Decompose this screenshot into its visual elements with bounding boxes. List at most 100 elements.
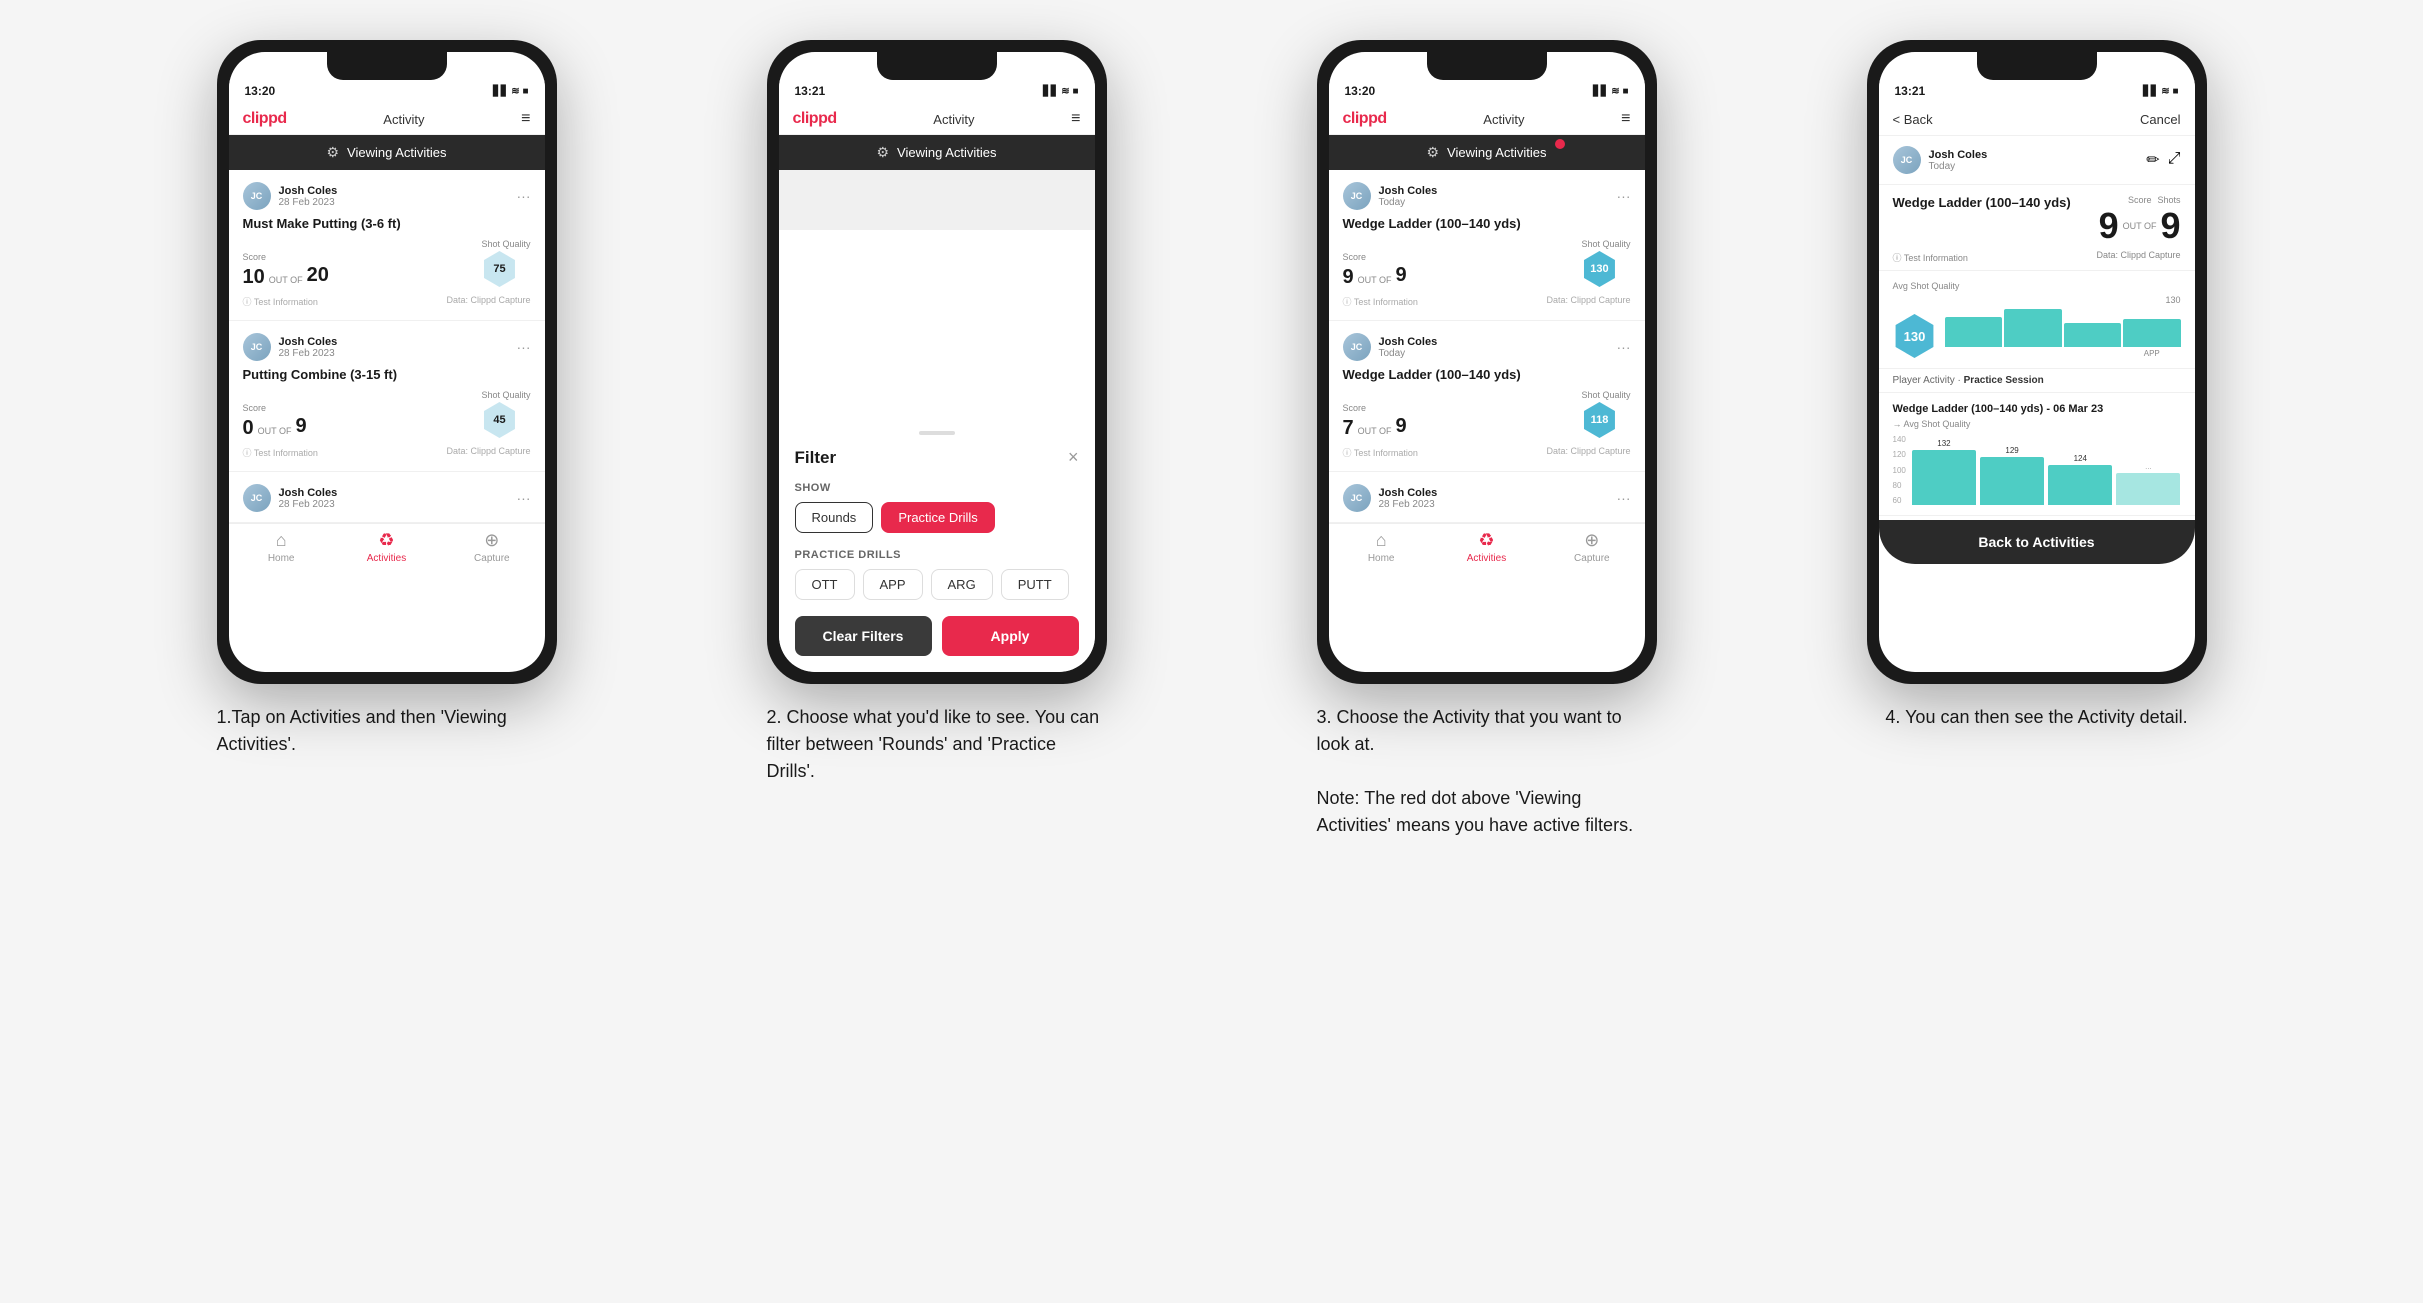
hamburger-1[interactable]: ≡ [521, 110, 530, 128]
status-time-4: 13:21 [1895, 84, 1926, 98]
three-dots-1-3[interactable]: ··· [517, 490, 531, 506]
bar-val-4-3: 124 [2074, 454, 2087, 463]
back-to-activities-4[interactable]: Back to Activities [1879, 520, 2195, 564]
pill-rounds-2[interactable]: Rounds [795, 502, 874, 533]
card-header-1-1: JC Josh Coles 28 Feb 2023 ··· [243, 182, 531, 210]
score-val-1-1: 10 [243, 267, 265, 287]
apply-btn-2[interactable]: Apply [942, 616, 1079, 656]
user-name-3-3: Josh Coles [1379, 487, 1438, 499]
edit-icon-4[interactable]: ✏ [2146, 150, 2159, 170]
avatar-3-2: JC [1343, 333, 1371, 361]
user-info-3-2: JC Josh Coles Today [1343, 333, 1438, 361]
status-icons-1: ▋▋ ≋ ■ [493, 86, 528, 97]
chart-bars-row-4 [1945, 307, 2181, 347]
modal-header-2: Filter × [795, 447, 1079, 468]
pill-ott-2[interactable]: OTT [795, 569, 855, 600]
y-label-4-3: 100 [1893, 466, 1906, 475]
phone-1: 13:20 ▋▋ ≋ ■ clippd Activity ≡ ⚙ Viewing… [217, 40, 557, 684]
drill-name-3-2: Wedge Ladder (100–140 yds) [1343, 367, 1631, 382]
nav-activities-label-1: Activities [367, 553, 406, 564]
bar-col-4-1: 132 [1912, 439, 1976, 505]
card-header-1-2: JC Josh Coles 28 Feb 2023 ··· [243, 333, 531, 361]
big-score-row-4: 9 OUT OF 9 [2091, 205, 2181, 247]
detail-header-4: < Back Cancel [1879, 104, 2195, 136]
viewing-banner-3[interactable]: ⚙ Viewing Activities [1329, 135, 1645, 170]
app-logo-2: clippd [793, 110, 837, 128]
pill-putt-2[interactable]: PUTT [1001, 569, 1069, 600]
card-footer-1-1: ⓘ Test Information Data: Clippd Capture [243, 295, 531, 308]
activity-card-3-1[interactable]: JC Josh Coles Today ··· Wedge Ladder (10… [1329, 170, 1645, 321]
user-date-1-1: 28 Feb 2023 [279, 197, 338, 208]
three-dots-3-1[interactable]: ··· [1617, 188, 1631, 204]
practice-session-4: Player Activity · Practice Session [1879, 369, 2195, 393]
score-val-1-2: 0 [243, 418, 254, 438]
status-icons-3: ▋▋ ≋ ■ [1593, 86, 1628, 97]
hamburger-3[interactable]: ≡ [1621, 110, 1630, 128]
bar-4-2 [2004, 309, 2062, 347]
phone-3-screen: 13:20 ▋▋ ≋ ■ clippd Activity ≡ ⚙ Viewing… [1329, 52, 1645, 672]
score-val-3-1: 9 [1343, 267, 1354, 287]
viewing-banner-text-1: Viewing Activities [347, 145, 446, 160]
nav-home-3[interactable]: ⌂ Home [1329, 530, 1434, 564]
viewing-banner-1[interactable]: ⚙ Viewing Activities [229, 135, 545, 170]
phone-1-app-header: clippd Activity ≡ [229, 104, 545, 135]
pill-app-2[interactable]: APP [863, 569, 923, 600]
detail-action-icons: ✏ ⤢ [2146, 150, 2180, 170]
three-dots-3-2[interactable]: ··· [1617, 339, 1631, 355]
footer-left-1-2: ⓘ Test Information [243, 446, 318, 459]
modal-close-2[interactable]: × [1068, 447, 1079, 468]
activities-icon-3: ♻ [1478, 530, 1494, 551]
cancel-link-4[interactable]: Cancel [2140, 112, 2180, 127]
bar-col-4-3: 124 [2048, 454, 2112, 505]
bar-val-4-4: ... [2145, 462, 2152, 471]
nav-activities-3[interactable]: ♻ Activities [1434, 530, 1539, 564]
chart-label-4-app3 [2064, 349, 2122, 358]
three-dots-1-2[interactable]: ··· [517, 339, 531, 355]
quality-badge-1-1: 75 [481, 251, 517, 287]
y-label-4-2: 120 [1893, 450, 1906, 459]
drill-name-1-2: Putting Combine (3-15 ft) [243, 367, 531, 382]
phone-3: 13:20 ▋▋ ≋ ■ clippd Activity ≡ ⚙ Viewing… [1317, 40, 1657, 684]
clear-filters-btn-2[interactable]: Clear Filters [795, 616, 932, 656]
pill-practice-drills-2[interactable]: Practice Drills [881, 502, 994, 533]
quality-badge-1-2: 45 [481, 402, 517, 438]
viewing-banner-text-2: Viewing Activities [897, 145, 996, 160]
show-label-2: Show [795, 482, 1079, 494]
activity-card-1-1[interactable]: JC Josh Coles 28 Feb 2023 ··· Must Make … [229, 170, 545, 321]
nav-capture-label-1: Capture [474, 553, 510, 564]
nav-activities-label-3: Activities [1467, 553, 1506, 564]
viewing-banner-text-3: Viewing Activities [1447, 145, 1546, 160]
hamburger-2[interactable]: ≡ [1071, 110, 1080, 128]
user-date-3-1: Today [1379, 197, 1438, 208]
caption-1: 1.Tap on Activities and then 'Viewing Ac… [217, 704, 557, 758]
three-dots-1-1[interactable]: ··· [517, 188, 531, 204]
nav-capture-1[interactable]: ⊕ Capture [439, 530, 544, 564]
chart-label-4-app4: APP [2123, 349, 2181, 358]
expand-icon-4[interactable]: ⤢ [2168, 150, 2181, 170]
phone-column-2: 13:21 ▋▋ ≋ ■ clippd Activity ≡ ⚙ Viewing… [677, 40, 1197, 785]
nav-home-1[interactable]: ⌂ Home [229, 530, 334, 564]
detail-score-group-4: Score Shots 9 OUT OF 9 [2091, 195, 2181, 247]
back-link-4[interactable]: < Back [1893, 112, 1933, 127]
nav-activities-1[interactable]: ♻ Activities [334, 530, 439, 564]
activity-card-1-2[interactable]: JC Josh Coles 28 Feb 2023 ··· Putting Co… [229, 321, 545, 472]
phone-1-notch [327, 52, 447, 80]
user-name-4: Josh Coles [1929, 149, 1988, 161]
app-title-3: Activity [1483, 112, 1524, 127]
bar-val-4-1: 132 [1937, 439, 1950, 448]
status-icons-2: ▋▋ ≋ ■ [1043, 86, 1078, 97]
detail-drill-row-4: Wedge Ladder (100–140 yds) Score Shots 9… [1893, 195, 2181, 247]
score-val-3-2: 7 [1343, 418, 1354, 438]
nav-capture-3[interactable]: ⊕ Capture [1539, 530, 1644, 564]
nav-home-label-3: Home [1368, 553, 1395, 564]
footer-right-3-2: Data: Clippd Capture [1546, 446, 1630, 459]
viewing-banner-2[interactable]: ⚙ Viewing Activities [779, 135, 1095, 170]
y-label-4-4: 80 [1893, 481, 1906, 490]
stats-row-1-2: Score 0 OUT OF 9 Shot Quality 45 [243, 390, 531, 438]
pill-arg-2[interactable]: ARG [931, 569, 993, 600]
activity-card-3-2[interactable]: JC Josh Coles Today ··· Wedge Ladder (10… [1329, 321, 1645, 472]
stats-row-3-1: Score 9 OUT OF 9 Shot Quality 130 [1343, 239, 1631, 287]
caption-2: 2. Choose what you'd like to see. You ca… [767, 704, 1107, 785]
three-dots-3-3[interactable]: ··· [1617, 490, 1631, 506]
phone-2-notch [877, 52, 997, 80]
